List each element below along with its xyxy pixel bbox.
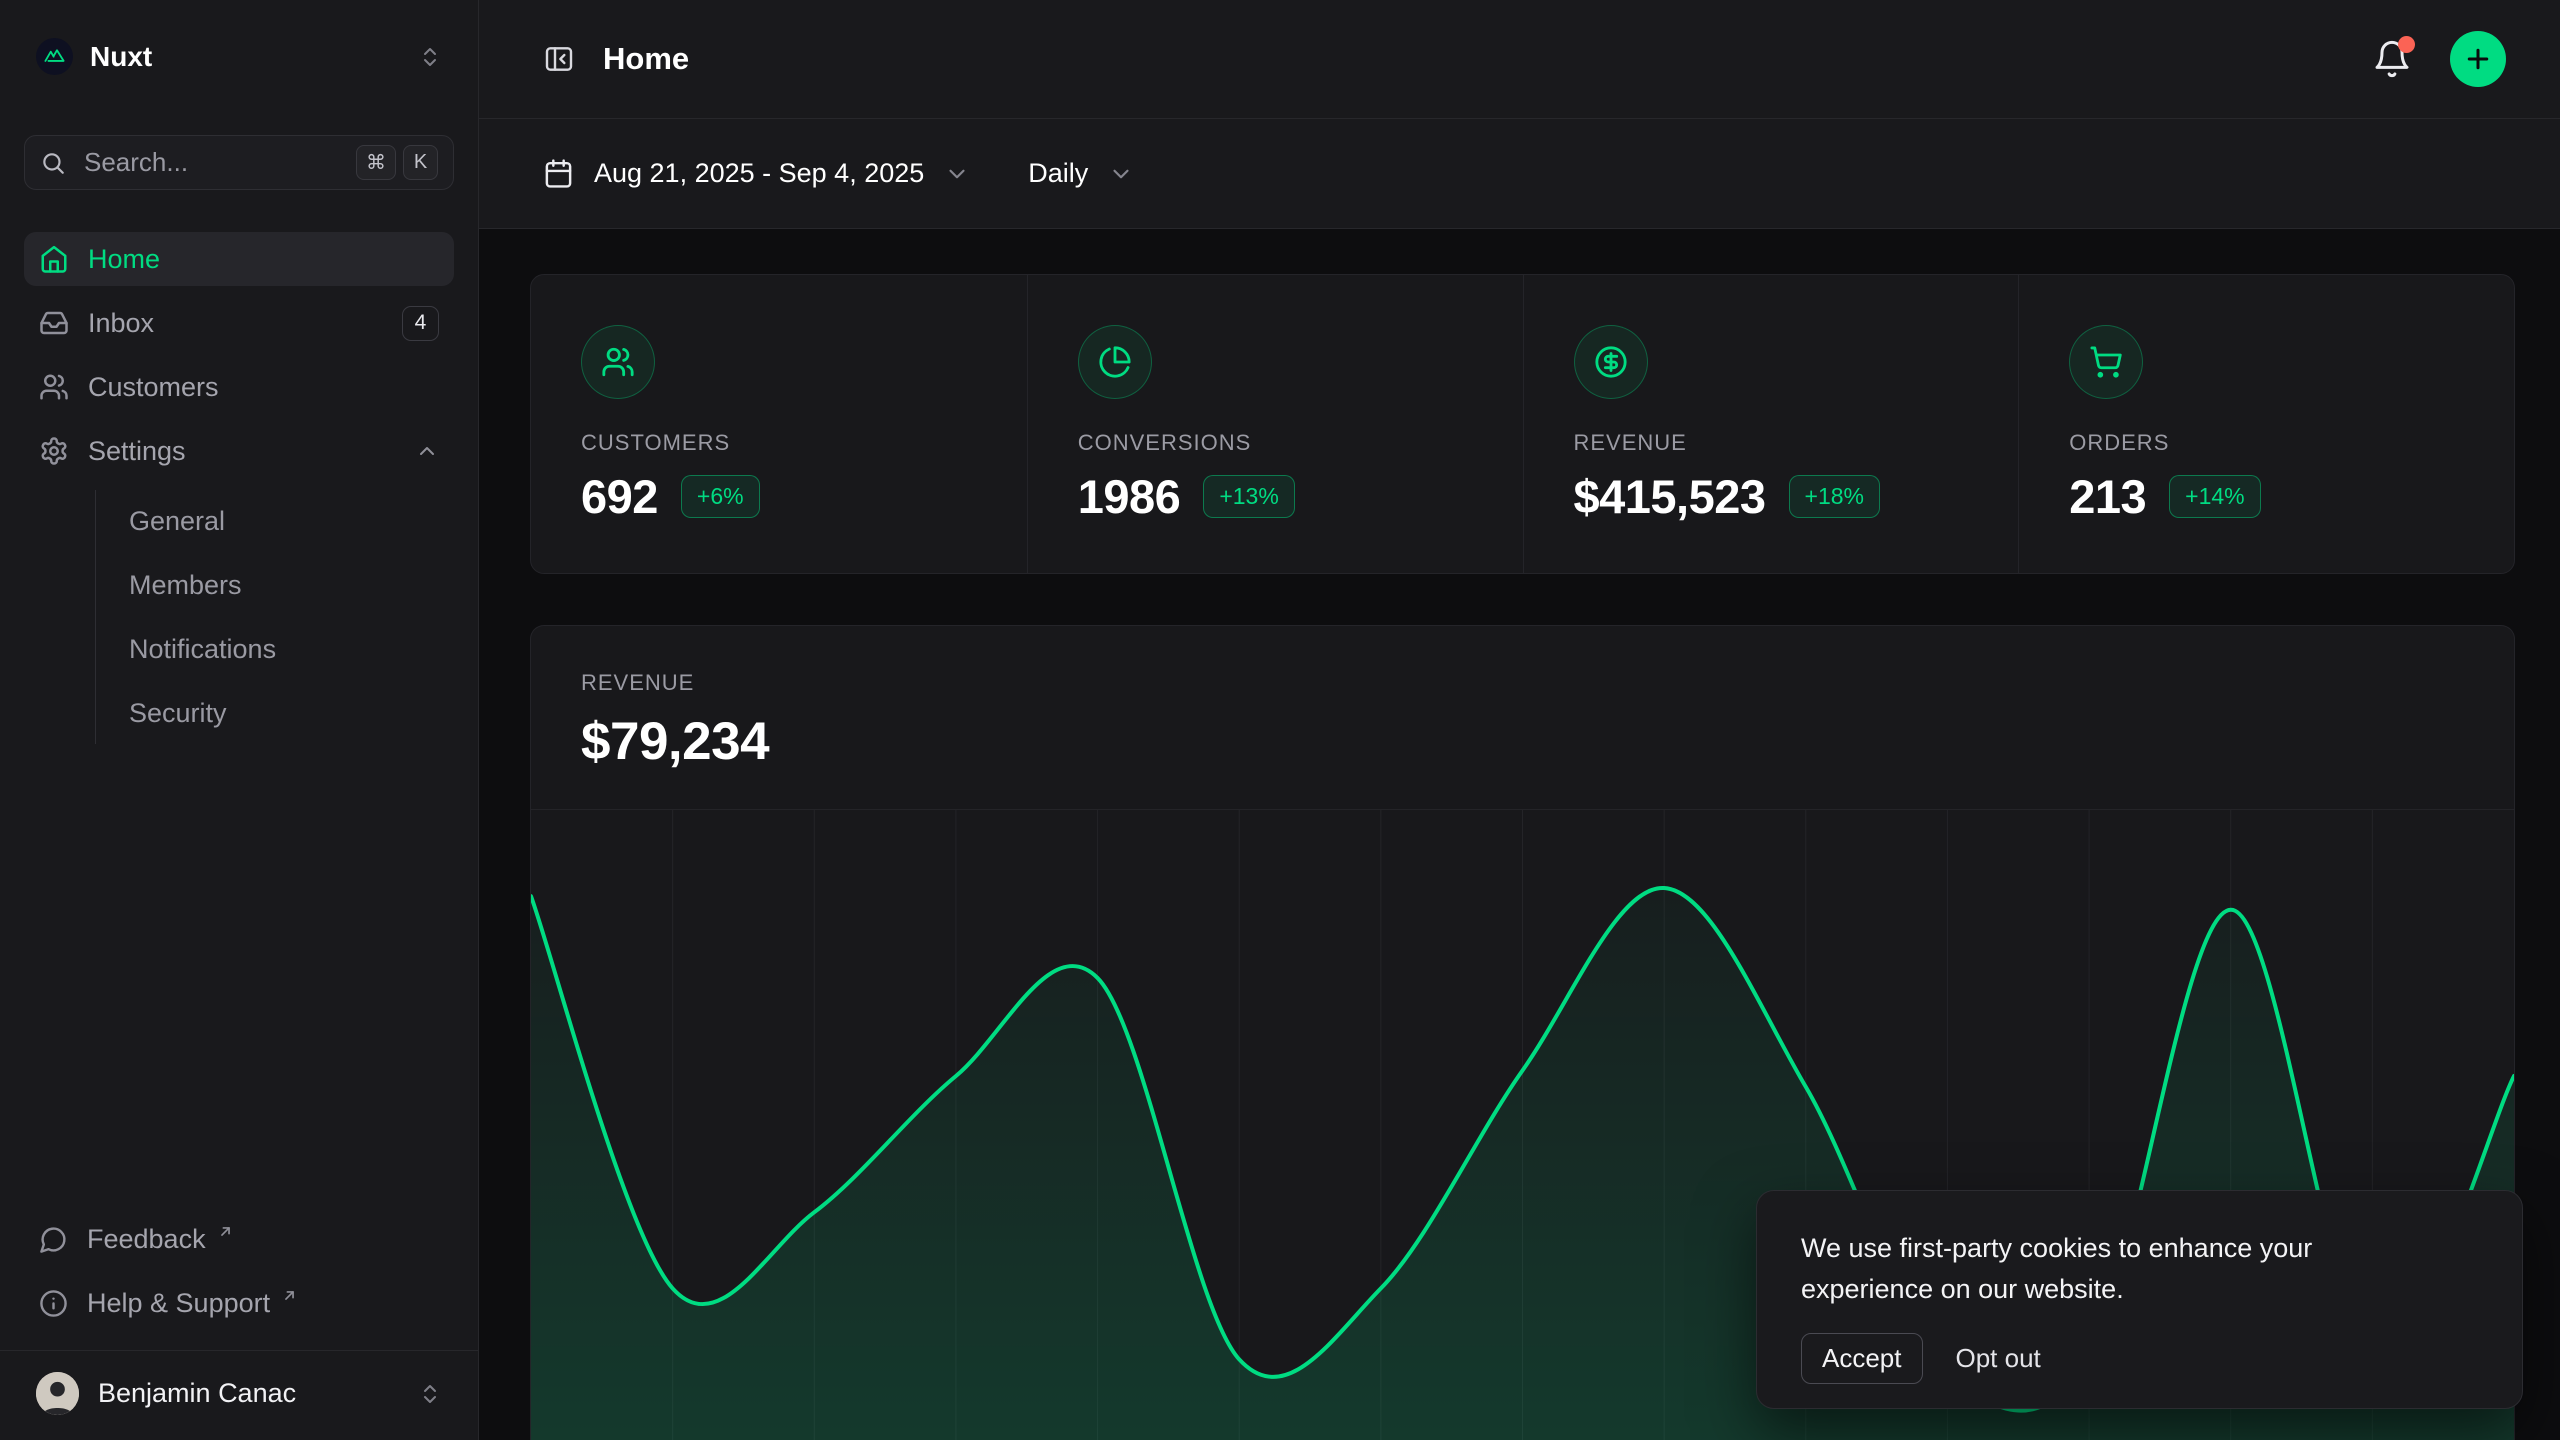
footer-item-label: Help & Support: [87, 1288, 270, 1319]
dollar-circle-icon: [1574, 325, 1648, 399]
kbd-k: K: [403, 145, 438, 180]
notifications-button[interactable]: [2372, 39, 2412, 79]
search-icon: [40, 150, 66, 176]
page-header: Home: [479, 0, 2560, 119]
sidebar-item-label: Inbox: [88, 308, 154, 339]
date-range-picker[interactable]: Aug 21, 2025 - Sep 4, 2025: [543, 158, 970, 189]
sidebar: Nuxt Search... ⌘ K Home Inbox 4: [0, 0, 479, 1440]
stat-delta-badge: +6%: [681, 475, 760, 518]
stat-label: REVENUE: [1574, 430, 1687, 456]
notification-dot: [2398, 36, 2415, 53]
brand-name: Nuxt: [90, 41, 152, 73]
granularity-select[interactable]: Daily: [1028, 158, 1134, 189]
sidebar-item-notifications[interactable]: Notifications: [96, 622, 454, 676]
external-link-icon: [281, 1287, 298, 1304]
chevrons-up-down-icon: [418, 1382, 442, 1406]
sidebar-item-general[interactable]: General: [96, 494, 454, 548]
sidebar-item-customers[interactable]: Customers: [24, 360, 454, 414]
stat-card-revenue: REVENUE $415,523 +18%: [1523, 275, 2019, 573]
plus-icon: [2463, 44, 2493, 74]
sidebar-item-inbox[interactable]: Inbox 4: [24, 296, 454, 350]
page-title: Home: [603, 41, 689, 77]
message-bubble-icon: [39, 1225, 68, 1254]
external-link-icon: [217, 1223, 234, 1240]
sidebar-item-label: Home: [88, 244, 160, 275]
sidebar-item-label: Settings: [88, 436, 186, 467]
stat-delta-badge: +14%: [2169, 475, 2260, 518]
stat-delta-badge: +18%: [1789, 475, 1880, 518]
team-switcher[interactable]: Nuxt: [24, 34, 454, 79]
cookie-banner: We use first-party cookies to enhance yo…: [1756, 1190, 2523, 1409]
calendar-icon: [543, 158, 574, 189]
stat-value: 213: [2069, 469, 2146, 524]
sidebar-item-settings[interactable]: Settings: [24, 424, 454, 478]
search-placeholder: Search...: [84, 147, 188, 178]
add-button[interactable]: [2450, 31, 2506, 87]
stat-label: ORDERS: [2069, 430, 2169, 456]
home-icon: [39, 244, 69, 274]
stat-delta-badge: +13%: [1203, 475, 1294, 518]
nuxt-logo-icon: [36, 38, 73, 75]
search-input[interactable]: Search... ⌘ K: [24, 135, 454, 190]
avatar: [36, 1372, 79, 1415]
granularity-label: Daily: [1028, 158, 1088, 189]
sidebar-item-label: Customers: [88, 372, 219, 403]
chart-current-value: $79,234: [581, 711, 2464, 772]
footer-item-label: Feedback: [87, 1224, 206, 1255]
help-support-link[interactable]: Help & Support: [24, 1276, 454, 1330]
search-shortcut: ⌘ K: [356, 145, 438, 180]
user-name: Benjamin Canac: [98, 1378, 296, 1409]
chevron-down-icon: [944, 161, 970, 187]
stat-value: 692: [581, 469, 658, 524]
stat-card-orders: ORDERS 213 +14%: [2018, 275, 2514, 573]
users-icon: [581, 325, 655, 399]
info-circle-icon: [39, 1289, 68, 1318]
stat-card-conversions: CONVERSIONS 1986 +13%: [1027, 275, 1523, 573]
shopping-cart-icon: [2069, 325, 2143, 399]
accept-cookies-button[interactable]: Accept: [1801, 1333, 1923, 1384]
sidebar-item-security[interactable]: Security: [96, 686, 454, 740]
filters-toolbar: Aug 21, 2025 - Sep 4, 2025 Daily: [479, 119, 2560, 229]
kbd-cmd: ⌘: [356, 145, 396, 180]
feedback-link[interactable]: Feedback: [24, 1212, 454, 1266]
chevron-up-icon: [415, 439, 439, 463]
chevrons-up-down-icon: [418, 45, 442, 69]
stat-value: $415,523: [1574, 469, 1766, 524]
stat-card-customers: CUSTOMERS 692 +6%: [531, 275, 1027, 573]
stat-value: 1986: [1078, 469, 1181, 524]
date-range-label: Aug 21, 2025 - Sep 4, 2025: [594, 158, 924, 189]
sidebar-item-home[interactable]: Home: [24, 232, 454, 286]
stat-label: CUSTOMERS: [581, 430, 730, 456]
chart-title: REVENUE: [581, 670, 2464, 696]
gear-icon: [39, 436, 69, 466]
sidebar-item-members[interactable]: Members: [96, 558, 454, 612]
settings-subnav: General Members Notifications Security: [95, 490, 454, 744]
opt-out-button[interactable]: Opt out: [1954, 1334, 2043, 1383]
stat-label: CONVERSIONS: [1078, 430, 1252, 456]
users-icon: [39, 372, 69, 402]
user-menu[interactable]: Benjamin Canac: [0, 1350, 478, 1440]
pie-chart-icon: [1078, 325, 1152, 399]
sidebar-footer: Feedback Help & Support: [24, 1212, 454, 1350]
cookie-message: We use first-party cookies to enhance yo…: [1801, 1228, 2401, 1310]
chevron-down-icon: [1108, 161, 1134, 187]
sidebar-nav: Home Inbox 4 Customers Settings Ge: [24, 232, 454, 744]
collapse-sidebar-icon[interactable]: [543, 43, 575, 75]
inbox-icon: [39, 308, 69, 338]
inbox-count-badge: 4: [402, 306, 439, 341]
stats-cards: CUSTOMERS 692 +6% CONVERSIONS 1986 +13%: [530, 274, 2515, 574]
